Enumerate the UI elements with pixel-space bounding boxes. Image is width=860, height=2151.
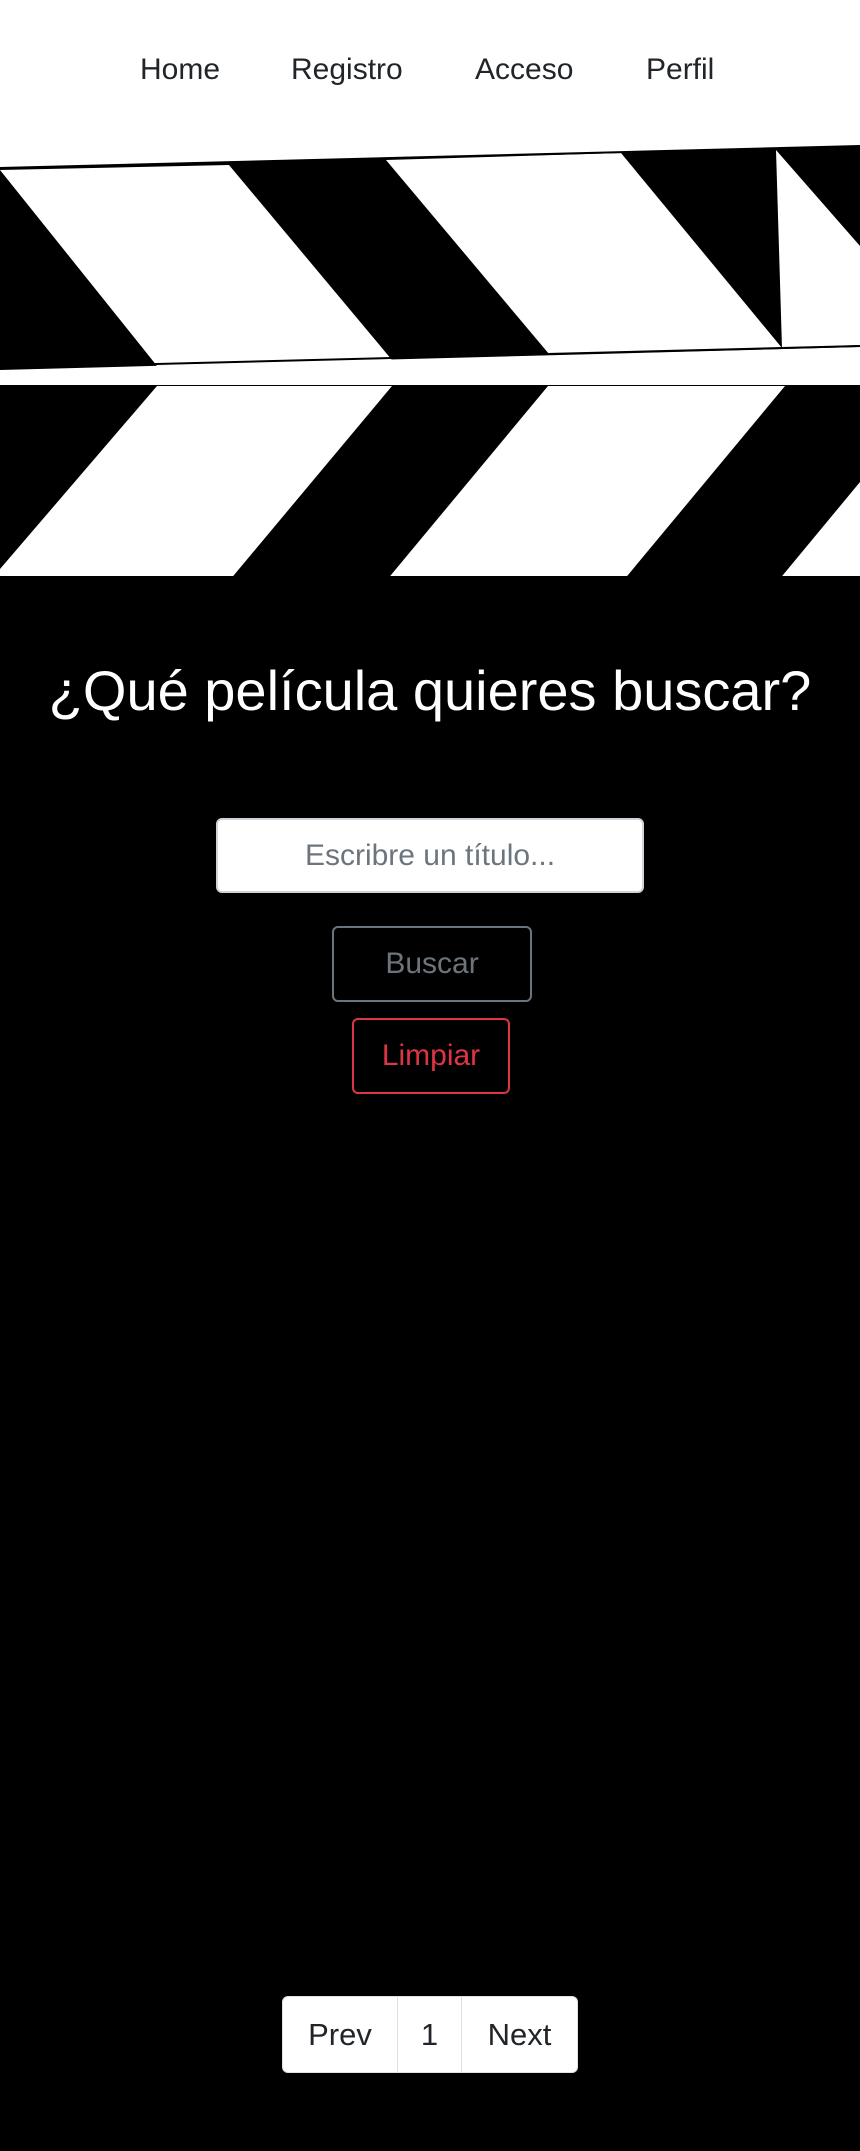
pagination-next-button[interactable]: Next <box>462 1997 577 2072</box>
page-title: ¿Qué película quieres buscar? <box>48 659 812 722</box>
clear-button[interactable]: Limpiar <box>352 1018 510 1094</box>
top-navbar: Home Registro Acceso Perfil <box>0 0 860 141</box>
nav-link-acceso[interactable]: Acceso <box>475 50 573 90</box>
search-input[interactable] <box>216 818 644 893</box>
pagination-prev-button[interactable]: Prev <box>283 1997 398 2072</box>
nav-link-perfil[interactable]: Perfil <box>646 50 714 90</box>
nav-link-home[interactable]: Home <box>140 50 220 90</box>
pagination-page-1[interactable]: 1 <box>398 1997 462 2072</box>
search-button[interactable]: Buscar <box>332 926 532 1002</box>
pagination: Prev 1 Next <box>282 1996 578 2073</box>
nav-link-registro[interactable]: Registro <box>291 50 403 90</box>
